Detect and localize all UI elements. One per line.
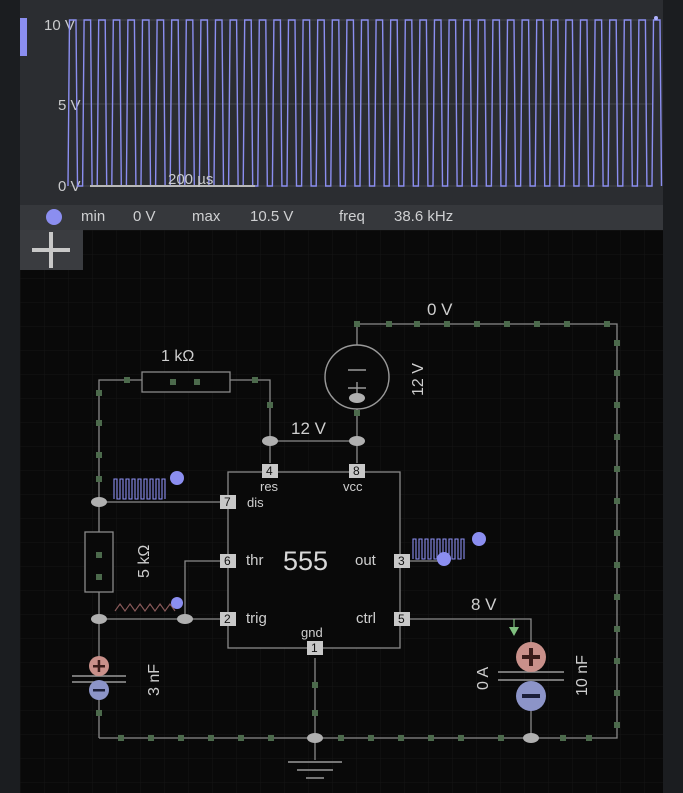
probe-out-marker — [437, 552, 451, 566]
top-node-voltage: 0 V — [427, 300, 453, 319]
oscilloscope-panel[interactable]: 10 V 5 V 0 V 200 µs — [20, 0, 663, 205]
freq-label: freq — [339, 208, 365, 225]
svg-text:1: 1 — [311, 641, 318, 655]
trace-cursor-dot — [654, 16, 658, 20]
resistor-1k-dot — [170, 379, 176, 385]
svg-text:dis: dis — [247, 495, 264, 510]
svg-text:3: 3 — [398, 554, 405, 568]
ic-555-label: 555 — [283, 546, 328, 576]
supply-voltage-label: 12 V — [410, 363, 427, 396]
svg-text:5: 5 — [398, 612, 405, 626]
svg-text:out: out — [355, 552, 377, 569]
svg-text:2: 2 — [224, 612, 231, 626]
resistor-1k-dot — [194, 379, 200, 385]
capacitor-3nf-label: 3 nF — [146, 664, 163, 696]
plus-icon — [49, 232, 53, 268]
svg-text:gnd: gnd — [301, 625, 323, 640]
svg-text:6: 6 — [224, 554, 231, 568]
min-label: min — [81, 208, 106, 225]
min-value: 0 V — [133, 208, 156, 225]
circuit-schematic[interactable]: 1 kΩ 5 kΩ 12 V 0 V 12 V 555 4 8 7 6 2 3 … — [20, 230, 663, 793]
square-wave-trace — [67, 19, 663, 187]
resistor-5k-dot — [96, 574, 102, 580]
svg-text:4: 4 — [266, 464, 273, 478]
channel-color-icon[interactable] — [46, 209, 62, 225]
svg-text:thr: thr — [246, 552, 264, 569]
oscilloscope-plot: 10 V 5 V 0 V 200 µs — [20, 16, 663, 195]
svg-text:res: res — [260, 479, 279, 494]
resistor-1k-label: 1 kΩ — [161, 348, 194, 365]
current-label: 0 A — [475, 667, 492, 690]
probe-out-icon[interactable] — [472, 532, 486, 546]
resistor-5k[interactable] — [84, 531, 114, 593]
max-label: max — [192, 208, 221, 225]
capacitor-10nf-label: 10 nF — [574, 655, 591, 696]
freq-value: 38.6 kHz — [394, 208, 454, 225]
channel-marker — [20, 18, 27, 56]
vcc-node-voltage: 12 V — [291, 419, 327, 438]
svg-text:ctrl: ctrl — [356, 610, 376, 627]
add-component-button[interactable] — [20, 230, 83, 270]
resistor-5k-label: 5 kΩ — [136, 545, 153, 578]
scope-status-bar: min 0 V max 10.5 V freq 38.6 kHz — [20, 205, 663, 230]
probe-dis-icon[interactable] — [170, 471, 184, 485]
resistor-1k[interactable] — [141, 371, 231, 393]
svg-text:trig: trig — [246, 610, 267, 627]
resistor-5k-dot — [96, 552, 102, 558]
circuit-canvas[interactable]: 1 kΩ 5 kΩ 12 V 0 V 12 V 555 4 8 7 6 2 3 … — [20, 230, 663, 793]
max-value: 10.5 V — [250, 208, 294, 225]
timescale-label: 200 µs — [168, 171, 213, 188]
svg-text:8: 8 — [353, 464, 360, 478]
ctrl-node-voltage: 8 V — [471, 595, 497, 614]
probe-trig-icon[interactable] — [171, 597, 183, 609]
svg-text:vcc: vcc — [343, 479, 363, 494]
svg-text:7: 7 — [224, 495, 231, 509]
